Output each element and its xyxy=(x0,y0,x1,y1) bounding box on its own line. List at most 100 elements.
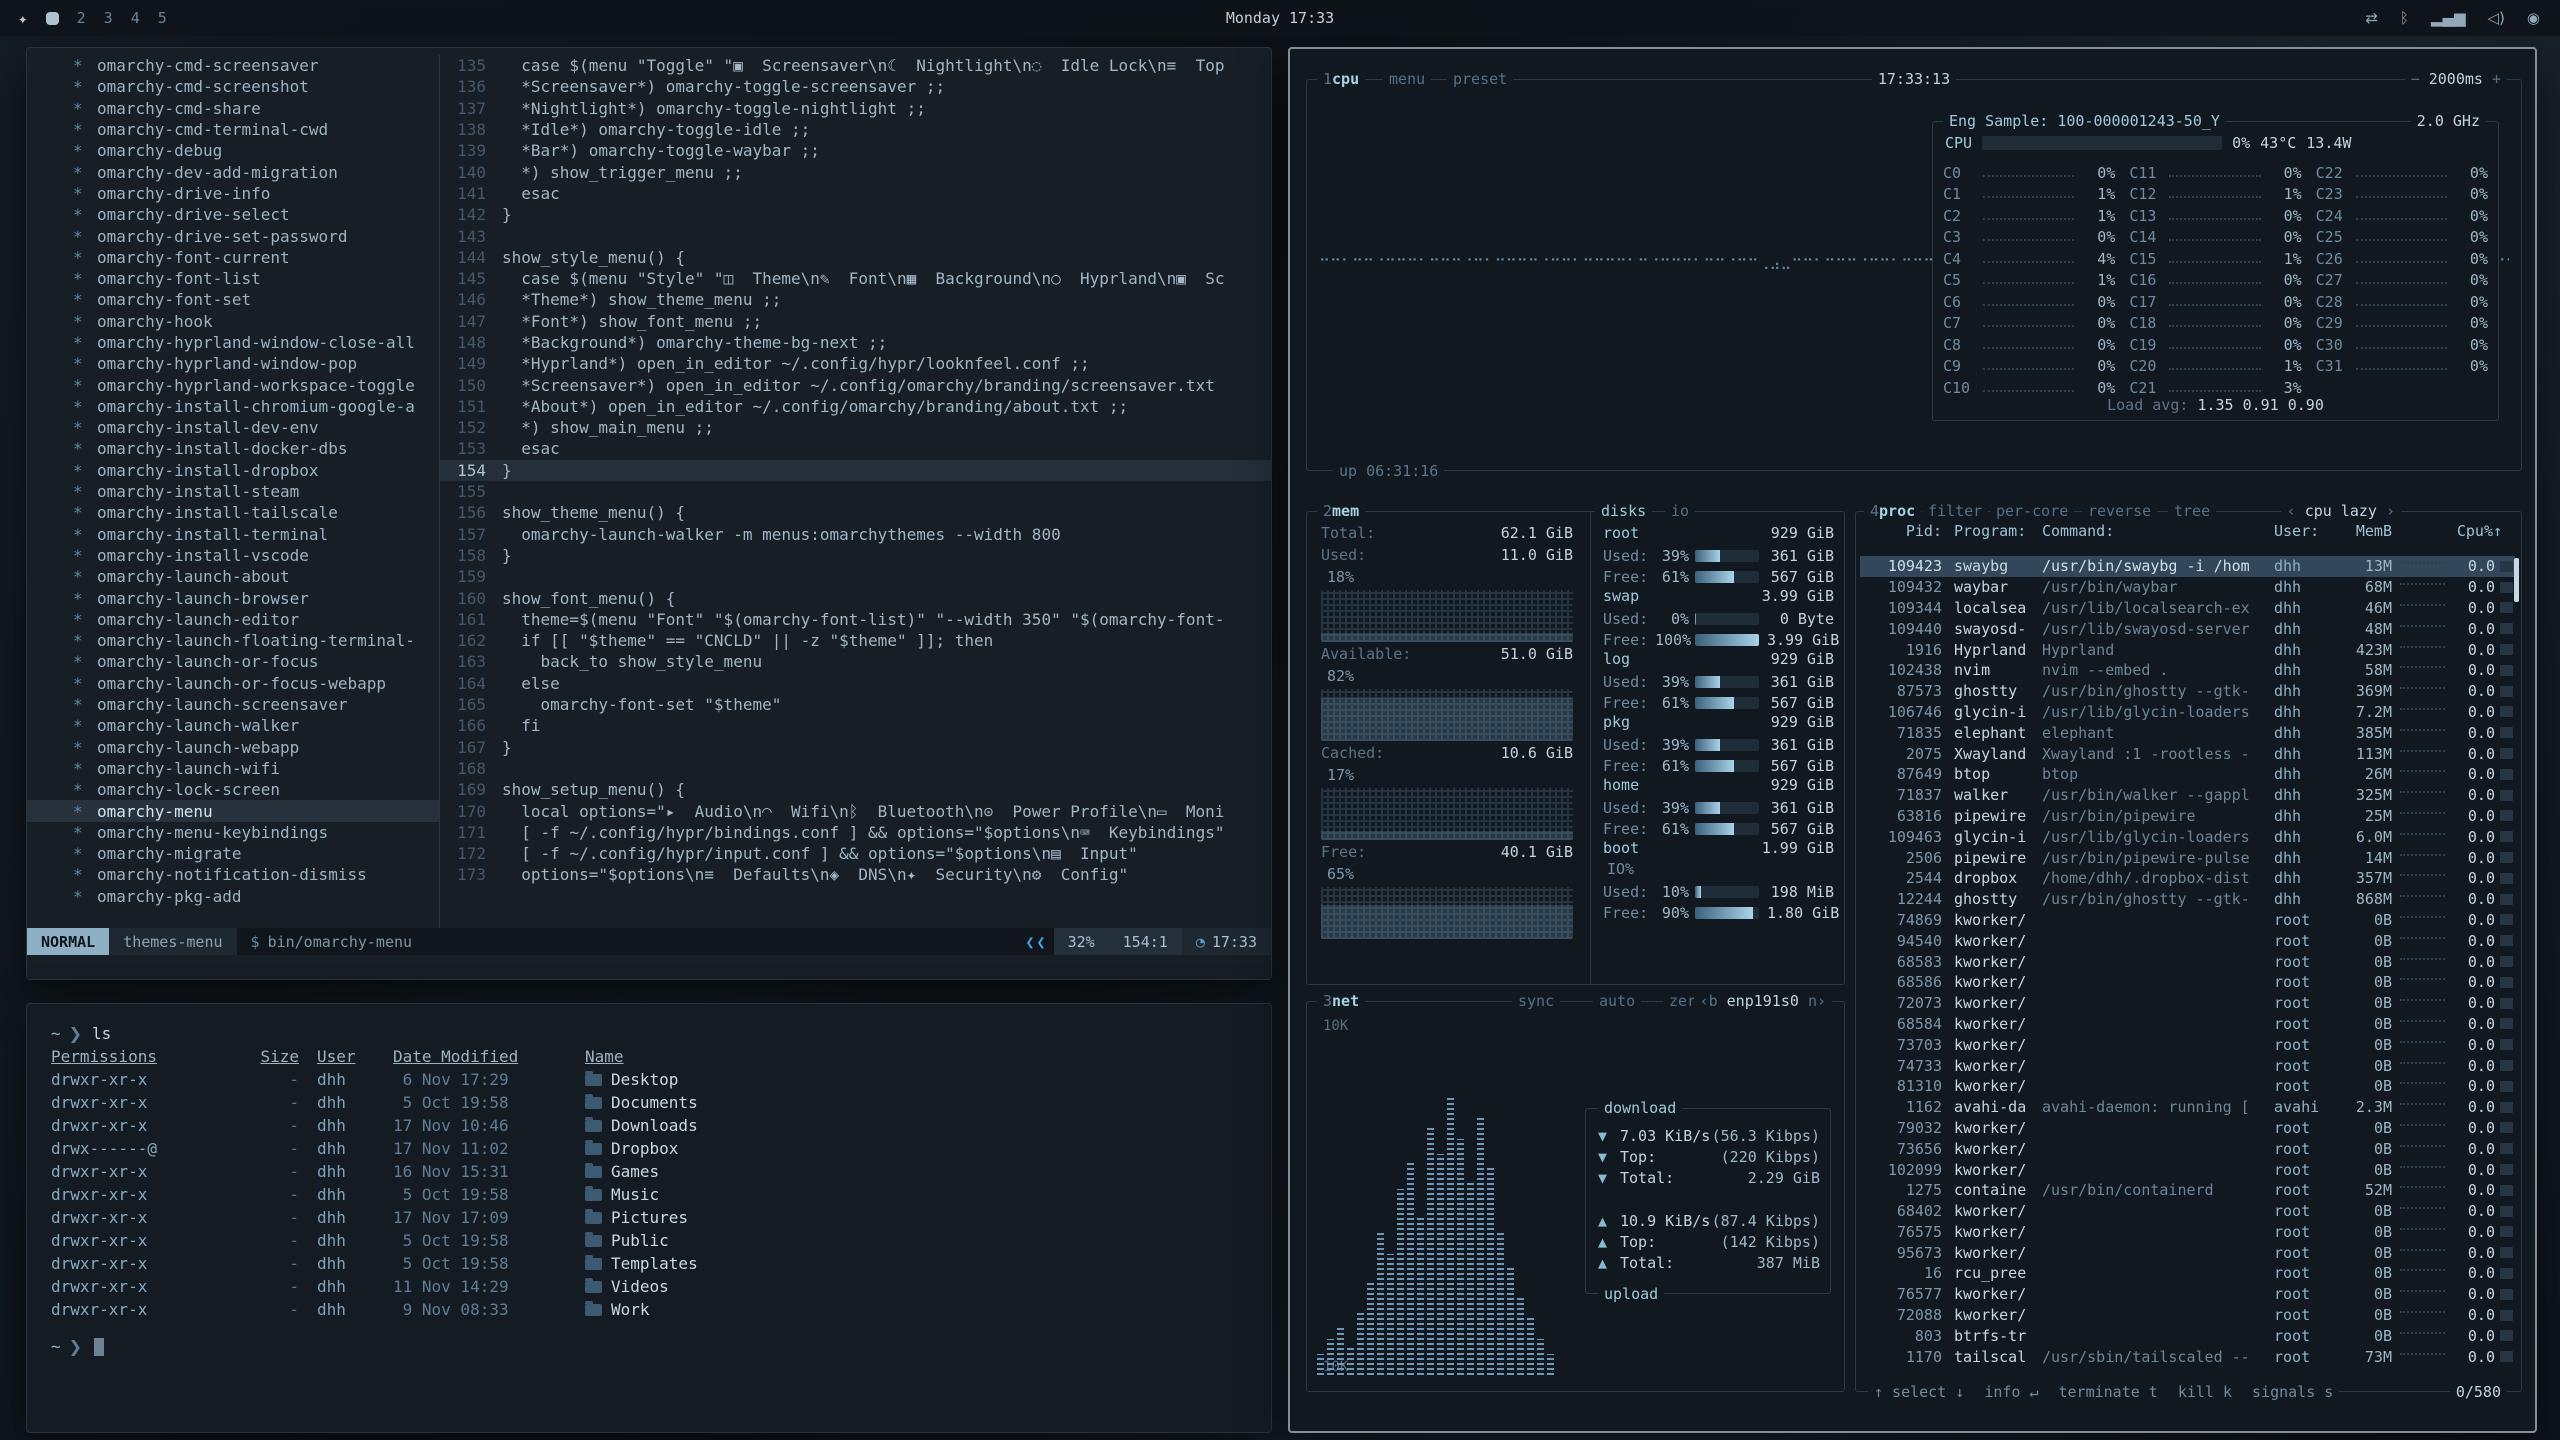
workspace-3[interactable]: 3 xyxy=(104,9,113,27)
menu-button[interactable]: menu xyxy=(1383,70,1431,88)
process-row[interactable]: 81310 kworker/ root 0B 0.0 xyxy=(1860,1076,2515,1097)
proc-scrollbar[interactable] xyxy=(2514,558,2519,602)
file-list-item[interactable]: *omarchy-hook xyxy=(27,311,439,332)
file-list-item[interactable]: *omarchy-drive-set-password xyxy=(27,225,439,246)
terminal-cursor[interactable] xyxy=(94,1338,104,1356)
file-list-item[interactable]: *omarchy-cmd-screenshot xyxy=(27,76,439,97)
process-row[interactable]: 68583 kworker/ root 0B 0.0 xyxy=(1860,951,2515,972)
workspace-2[interactable]: 2 xyxy=(77,9,86,27)
file-list-item[interactable]: *omarchy-launch-webapp xyxy=(27,737,439,758)
process-row[interactable]: 1916 Hyprland Hyprland dhh 423M 0.0 xyxy=(1860,639,2515,660)
process-row[interactable]: 76575 kworker/ root 0B 0.0 xyxy=(1860,1222,2515,1243)
file-list-item[interactable]: *omarchy-debug xyxy=(27,140,439,161)
process-row[interactable]: 71837 walker /usr/bin/walker --gappl dhh… xyxy=(1860,785,2515,806)
process-row[interactable]: 2506 pipewire /usr/bin/pipewire-pulse dh… xyxy=(1860,847,2515,868)
process-row[interactable]: 109440 swayosd- /usr/lib/swayosd-server … xyxy=(1860,618,2515,639)
file-list-item[interactable]: *omarchy-launch-walker xyxy=(27,715,439,736)
file-list-item[interactable]: *omarchy-install-docker-dbs xyxy=(27,438,439,459)
file-list-item[interactable]: *omarchy-dev-add-migration xyxy=(27,161,439,182)
file-list-item[interactable]: *omarchy-migrate xyxy=(27,843,439,864)
process-row[interactable]: 68586 kworker/ root 0B 0.0 xyxy=(1860,972,2515,993)
file-list-item[interactable]: *omarchy-hyprland-window-close-all xyxy=(27,332,439,353)
update-interval[interactable]: − 2000ms + xyxy=(2405,70,2507,88)
file-list-item[interactable]: *omarchy-font-list xyxy=(27,268,439,289)
process-row[interactable]: 109432 waybar /usr/bin/waybar dhh 68M 0.… xyxy=(1860,577,2515,598)
process-row[interactable]: 73703 kworker/ root 0B 0.0 xyxy=(1860,1034,2515,1055)
file-list-item[interactable]: *omarchy-menu-keybindings xyxy=(27,822,439,843)
file-list-item[interactable]: *omarchy-install-chromium-google-a xyxy=(27,396,439,417)
bluetooth-icon[interactable]: ᛒ xyxy=(2400,9,2409,27)
file-list-item[interactable]: *omarchy-install-vscode xyxy=(27,545,439,566)
file-list[interactable]: *omarchy-cmd-screensaver *omarchy-cmd-sc… xyxy=(27,55,439,928)
process-row[interactable]: 79032 kworker/ root 0B 0.0 xyxy=(1860,1118,2515,1139)
process-row[interactable]: 1275 containe /usr/bin/containerd root 5… xyxy=(1860,1180,2515,1201)
file-list-item[interactable]: *omarchy-launch-or-focus-webapp xyxy=(27,673,439,694)
workspace-1-active[interactable] xyxy=(46,12,59,25)
proc-box-title[interactable]: 4proc xyxy=(1864,502,1921,520)
process-row[interactable]: 94540 kworker/ root 0B 0.0 xyxy=(1860,930,2515,951)
process-row[interactable]: 102438 nvim nvim --embed . dhh 58M 0.0 xyxy=(1860,660,2515,681)
file-list-item[interactable]: *omarchy-cmd-terminal-cwd xyxy=(27,119,439,140)
file-list-item[interactable]: *omarchy-launch-editor xyxy=(27,609,439,630)
stats-icon[interactable]: ▂▄▆ xyxy=(2431,9,2466,27)
process-row[interactable]: 73656 kworker/ root 0B 0.0 xyxy=(1860,1138,2515,1159)
file-list-item[interactable]: *omarchy-hyprland-workspace-toggle xyxy=(27,374,439,395)
file-list-item[interactable]: *omarchy-pkg-add xyxy=(27,886,439,907)
process-row[interactable]: 2075 Xwayland Xwayland :1 -rootless - dh… xyxy=(1860,743,2515,764)
process-row[interactable]: 109423 swaybg /usr/bin/swaybg -i /hom dh… xyxy=(1860,556,2515,577)
power-icon[interactable]: ◉ xyxy=(2527,9,2540,27)
file-list-item[interactable]: *omarchy-launch-wifi xyxy=(27,758,439,779)
workspace-4[interactable]: 4 xyxy=(131,9,140,27)
process-row[interactable]: 74733 kworker/ root 0B 0.0 xyxy=(1860,1055,2515,1076)
process-row[interactable]: 12244 ghostty /usr/bin/ghostty --gtk- dh… xyxy=(1860,889,2515,910)
io-toggle-button[interactable]: io xyxy=(1665,502,1695,520)
process-row[interactable]: 74869 kworker/ root 0B 0.0 xyxy=(1860,910,2515,931)
reverse-button[interactable]: reverse xyxy=(2082,502,2157,520)
file-list-item[interactable]: *omarchy-launch-about xyxy=(27,566,439,587)
file-list-item[interactable]: *omarchy-drive-info xyxy=(27,183,439,204)
file-list-item[interactable]: *omarchy-install-terminal xyxy=(27,524,439,545)
process-row[interactable]: 87649 btop btop dhh 26M 0.0 xyxy=(1860,764,2515,785)
process-row[interactable]: 63816 pipewire /usr/bin/pipewire dhh 25M… xyxy=(1860,806,2515,827)
file-list-item[interactable]: *omarchy-install-steam xyxy=(27,481,439,502)
process-row[interactable]: 72073 kworker/ root 0B 0.0 xyxy=(1860,993,2515,1014)
per-core-button[interactable]: per-core xyxy=(1990,502,2074,520)
proc-footer[interactable]: ↑ select ↓ info ↵ terminate t kill k sig… xyxy=(1868,1383,2339,1401)
process-list[interactable]: 109423 swaybg /usr/bin/swaybg -i /hom dh… xyxy=(1860,556,2515,1377)
process-row[interactable]: 87573 ghostty /usr/bin/ghostty --gtk- dh… xyxy=(1860,681,2515,702)
file-list-item[interactable]: *omarchy-install-dropbox xyxy=(27,460,439,481)
process-row[interactable]: 109463 glycin-i /usr/lib/glycin-loaders … xyxy=(1860,826,2515,847)
process-row[interactable]: 71835 elephant elephant dhh 385M 0.0 xyxy=(1860,722,2515,743)
workspace-5[interactable]: 5 xyxy=(158,9,167,27)
file-list-item[interactable]: *omarchy-font-current xyxy=(27,247,439,268)
process-row[interactable]: 68402 kworker/ root 0B 0.0 xyxy=(1860,1201,2515,1222)
file-list-item[interactable]: *omarchy-hyprland-window-pop xyxy=(27,353,439,374)
process-row[interactable]: 95673 kworker/ root 0B 0.0 xyxy=(1860,1242,2515,1263)
file-list-item[interactable]: *omarchy-launch-or-focus xyxy=(27,651,439,672)
process-row[interactable]: 76577 kworker/ root 0B 0.0 xyxy=(1860,1284,2515,1305)
filter-button[interactable]: filter xyxy=(1922,502,1988,520)
file-list-item[interactable]: *omarchy-font-set xyxy=(27,289,439,310)
code-editor[interactable]: 135 case $(menu "Toggle" "▣ Screensaver\… xyxy=(440,55,1271,928)
process-row[interactable]: 109344 localsea /usr/lib/localsearch-ex … xyxy=(1860,598,2515,619)
net-interface-selector[interactable]: ‹b enp191s0 n› xyxy=(1694,992,1832,1010)
file-list-item[interactable]: *omarchy-menu xyxy=(27,800,439,821)
cpu-box-title[interactable]: 1cpu xyxy=(1317,70,1365,88)
process-row[interactable]: 1170 tailscal /usr/sbin/tailscaled -- ro… xyxy=(1860,1346,2515,1367)
file-list-item[interactable]: *omarchy-launch-browser xyxy=(27,587,439,608)
net-box-title[interactable]: 3net xyxy=(1317,992,1365,1010)
nvim-window[interactable]: *omarchy-cmd-screensaver *omarchy-cmd-sc… xyxy=(26,47,1272,980)
file-list-item[interactable]: *omarchy-drive-select xyxy=(27,204,439,225)
process-row[interactable]: 68584 kworker/ root 0B 0.0 xyxy=(1860,1014,2515,1035)
preset-button[interactable]: preset xyxy=(1447,70,1513,88)
file-list-item[interactable]: *omarchy-install-tailscale xyxy=(27,502,439,523)
process-row[interactable]: 102099 kworker/ root 0B 0.0 xyxy=(1860,1159,2515,1180)
process-row[interactable]: 106746 glycin-i /usr/lib/glycin-loaders … xyxy=(1860,702,2515,723)
process-row[interactable]: 16 rcu_pree root 0B 0.0 xyxy=(1860,1263,2515,1284)
file-list-item[interactable]: *omarchy-launch-floating-terminal- xyxy=(27,630,439,651)
sort-mode-selector[interactable]: ‹ cpu lazy › xyxy=(2281,502,2401,520)
mem-box-title[interactable]: 2mem xyxy=(1317,502,1365,520)
volume-icon[interactable]: ◁) xyxy=(2488,9,2505,27)
process-row[interactable]: 803 btrfs-tr root 0B 0.0 xyxy=(1860,1325,2515,1346)
file-list-item[interactable]: *omarchy-notification-dismiss xyxy=(27,864,439,885)
